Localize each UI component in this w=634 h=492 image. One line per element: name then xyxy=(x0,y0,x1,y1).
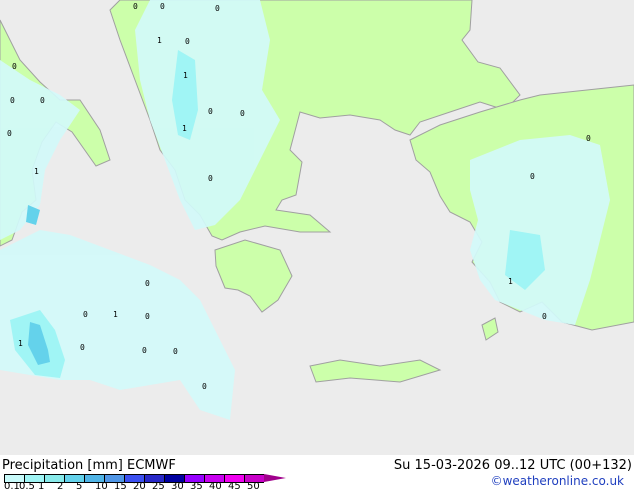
value-label: 0 xyxy=(202,382,207,391)
value-label: 1 xyxy=(508,277,513,286)
legend-tick-label: 10 xyxy=(95,481,108,492)
value-label: 0 xyxy=(160,2,165,11)
crete-landmass xyxy=(309,359,442,383)
value-label: 0 xyxy=(208,107,213,116)
map-canvas xyxy=(0,0,634,420)
legend-tick-label: 5 xyxy=(76,481,83,492)
value-label: 0 xyxy=(240,109,245,118)
legend-tick-label: 1 xyxy=(38,481,45,492)
legend-tick-label: 0.5 xyxy=(19,481,35,492)
credit-link[interactable]: ©weatheronline.co.uk xyxy=(491,474,624,488)
value-label: 1 xyxy=(183,71,188,80)
legend-tick-label: 2 xyxy=(57,481,64,492)
value-label: 1 xyxy=(34,167,39,176)
legend-tick-label: 45 xyxy=(228,481,241,492)
value-label: 0 xyxy=(542,312,547,321)
value-label: 1 xyxy=(157,36,162,45)
value-label: 0 xyxy=(133,2,138,11)
value-label: 0 xyxy=(40,96,45,105)
value-label: 1 xyxy=(113,310,118,319)
precipitation-map: 0 0 0 1 0 1 0 0 0 0 1 0 0 1 0 0 1 1 0 0 … xyxy=(0,0,634,455)
legend-tick-label: 0.1 xyxy=(4,481,20,492)
value-label: 0 xyxy=(145,279,150,288)
value-label: 0 xyxy=(145,312,150,321)
value-label: 0 xyxy=(185,37,190,46)
value-label: 0 xyxy=(12,62,17,71)
legend-tick-label: 50 xyxy=(247,481,260,492)
value-label: 0 xyxy=(586,134,591,143)
legend-tick-label: 15 xyxy=(114,481,127,492)
precip-area-italy-peak xyxy=(26,205,40,225)
value-label: 0 xyxy=(215,4,220,13)
value-label: 0 xyxy=(80,343,85,352)
value-label: 1 xyxy=(182,124,187,133)
peloponnese-landmass xyxy=(214,239,293,313)
map-title: Precipitation [mm] ECMWF xyxy=(2,458,176,473)
map-footer: Precipitation [mm] ECMWF Su 15-03-2026 0… xyxy=(0,455,634,492)
value-label: 0 xyxy=(7,129,12,138)
value-label: 0 xyxy=(173,347,178,356)
valid-datetime: Su 15-03-2026 09..12 UTC (00+132) xyxy=(393,458,632,473)
legend-tick-label: 30 xyxy=(171,481,184,492)
legend-tick-label: 40 xyxy=(209,481,222,492)
value-label: 0 xyxy=(10,96,15,105)
value-label: 0 xyxy=(208,174,213,183)
precip-area-italy xyxy=(0,60,80,240)
legend-tick-label: 20 xyxy=(133,481,146,492)
value-label: 0 xyxy=(142,346,147,355)
value-label: 0 xyxy=(83,310,88,319)
value-label: 1 xyxy=(18,339,23,348)
rhodes-landmass xyxy=(481,317,499,341)
value-label: 0 xyxy=(530,172,535,181)
legend-tick-label: 25 xyxy=(152,481,165,492)
legend-tick-label: 35 xyxy=(190,481,203,492)
